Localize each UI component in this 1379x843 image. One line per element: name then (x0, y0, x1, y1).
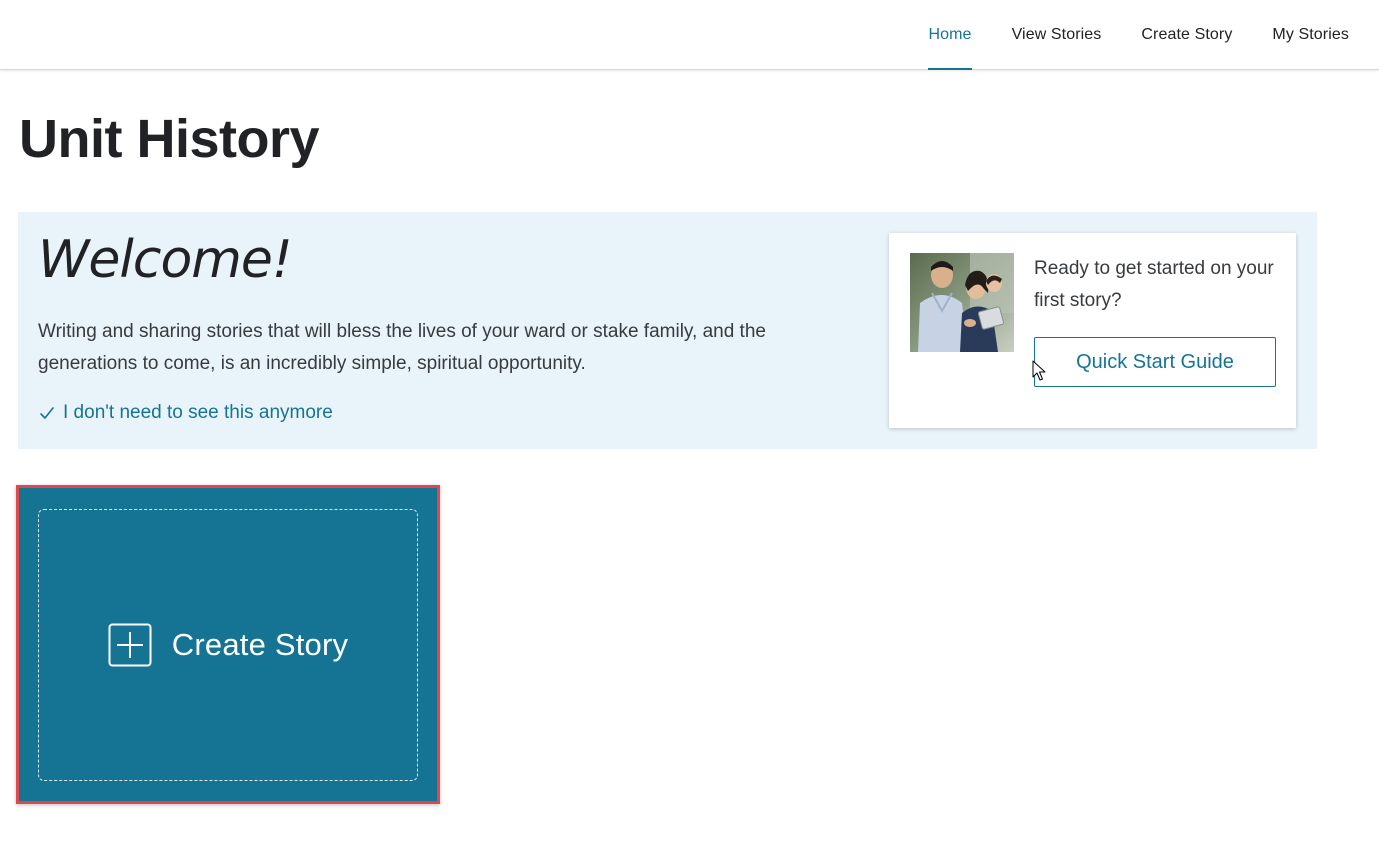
mouse-cursor-icon (1032, 360, 1046, 381)
welcome-heading: Welcome! (38, 230, 293, 290)
quick-start-prompt: Ready to get started on your first story… (1034, 258, 1274, 311)
top-navigation-bar: Home View Stories Create Story My Storie… (0, 0, 1379, 70)
create-story-label: Create Story (171, 627, 349, 662)
nav-item-my-stories[interactable]: My Stories (1252, 0, 1349, 70)
dismiss-welcome-link[interactable]: I don't need to see this anymore (38, 402, 333, 424)
main-nav: Home View Stories Create Story My Storie… (908, 0, 1349, 70)
welcome-body-text: Writing and sharing stories that will bl… (38, 321, 766, 374)
quick-start-photo (910, 253, 1014, 352)
dismiss-welcome-label: I don't need to see this anymore (63, 402, 333, 423)
checkmark-icon (40, 407, 54, 419)
create-story-tile-dropzone[interactable]: Create Story (38, 509, 418, 781)
page-title: Unit History (19, 109, 320, 169)
nav-item-home[interactable]: Home (908, 0, 991, 70)
quick-start-card: Ready to get started on your first story… (889, 233, 1296, 428)
quick-start-guide-button[interactable]: Quick Start Guide (1034, 337, 1276, 387)
create-story-tile[interactable]: Create Story (16, 485, 440, 804)
family-photo-image (910, 253, 1014, 352)
plus-square-icon (108, 623, 152, 667)
nav-item-create-story[interactable]: Create Story (1121, 0, 1252, 70)
nav-item-view-stories[interactable]: View Stories (992, 0, 1122, 70)
